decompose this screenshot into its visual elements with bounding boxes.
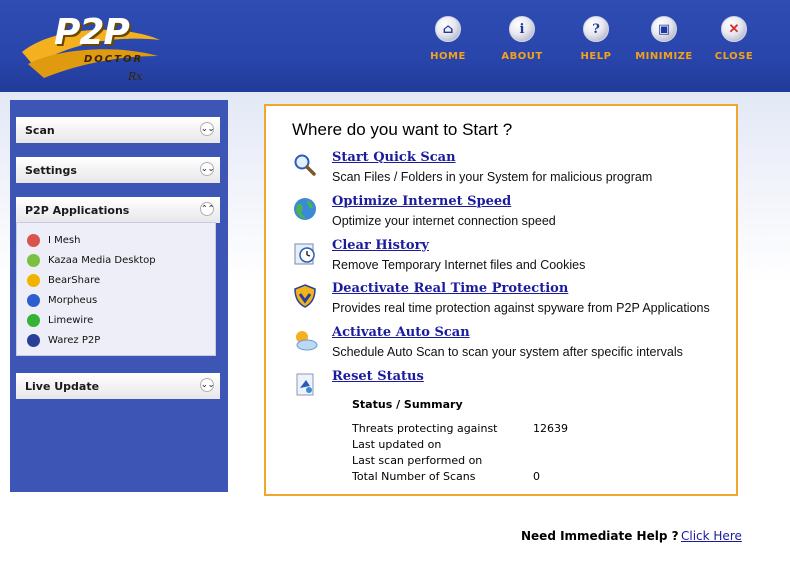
status-key: Last scan performed on — [352, 454, 483, 467]
p2p-app-label: Warez P2P — [48, 334, 101, 346]
close-icon: ✕ — [721, 16, 747, 42]
p2p-app-limewire[interactable]: Limewire — [17, 310, 215, 330]
action-description: Scan Files / Folders in your System for … — [332, 170, 653, 184]
action-deactivate-real-time-protection: Deactivate Real Time Protection Provides… — [290, 281, 730, 321]
status-key: Total Number of Scans — [352, 470, 476, 483]
p2p-doctor-logo: P2P DOCTOR Rx — [14, 6, 164, 86]
reset-icon — [296, 373, 314, 396]
nav-minimize-button[interactable]: ▣ MINIMIZE — [632, 16, 696, 66]
auto-scan-icon — [296, 331, 318, 351]
activate-auto-scan-link[interactable]: Activate Auto Scan — [332, 325, 470, 340]
info-icon: i — [509, 16, 535, 42]
nav-about-button[interactable]: i ABOUT — [498, 16, 546, 66]
action-activate-auto-scan: Activate Auto Scan Schedule Auto Scan to… — [290, 325, 730, 365]
action-description: Provides real time protection against sp… — [332, 301, 710, 315]
app-header: P2P DOCTOR Rx ⌂ HOME i ABOUT ? HELP ▣ MI… — [0, 0, 790, 92]
sidebar-section-label: Settings — [25, 163, 77, 177]
minimize-icon: ▣ — [651, 16, 677, 42]
action-start-quick-scan: Start Quick Scan Scan Files / Folders in… — [290, 150, 730, 190]
status-key: Threats protecting against — [352, 422, 498, 435]
warez-icon — [27, 333, 40, 347]
logo-rx: Rx — [128, 70, 143, 83]
p2p-app-morpheus[interactable]: Morpheus — [17, 290, 215, 310]
history-clock-icon — [294, 243, 315, 265]
kazaa-icon — [27, 253, 40, 267]
status-key: Last updated on — [352, 438, 442, 451]
sidebar-section-settings[interactable]: Settings ⌄⌄ — [16, 157, 220, 183]
clear-history-link[interactable]: Clear History — [332, 238, 429, 253]
magnifier-icon — [294, 154, 316, 176]
shield-icon — [294, 284, 316, 308]
nav-home-button[interactable]: ⌂ HOME — [426, 16, 470, 66]
p2p-app-label: I Mesh — [48, 234, 81, 246]
action-description: Schedule Auto Scan to scan your system a… — [332, 345, 683, 359]
limewire-icon — [27, 313, 40, 327]
home-icon: ⌂ — [435, 16, 461, 42]
sidebar-section-p2p-applications[interactable]: P2P Applications ⌃⌃ — [16, 197, 220, 223]
nav-about-label: ABOUT — [501, 51, 543, 62]
chevron-down-icon[interactable]: ⌄⌄ — [200, 122, 214, 136]
action-description: Remove Temporary Internet files and Cook… — [332, 258, 586, 272]
chevron-down-icon[interactable]: ⌄⌄ — [200, 378, 214, 392]
start-quick-scan-link[interactable]: Start Quick Scan — [332, 150, 456, 165]
sidebar-section-scan[interactable]: Scan ⌄⌄ — [16, 117, 220, 143]
p2p-app-warez[interactable]: Warez P2P — [17, 330, 215, 350]
p2p-app-label: Morpheus — [48, 294, 98, 306]
nav-help-button[interactable]: ? HELP — [576, 16, 616, 66]
nav-minimize-label: MINIMIZE — [635, 51, 693, 62]
panel-title: Where do you want to Start ? — [292, 120, 513, 139]
sidebar-section-label: Scan — [25, 123, 55, 137]
chevron-down-icon[interactable]: ⌄⌄ — [200, 162, 214, 176]
nav-home-label: HOME — [430, 51, 466, 62]
status-value: 12639 — [533, 422, 568, 435]
reset-status-link[interactable]: Reset Status — [332, 369, 424, 384]
p2p-app-kazaa[interactable]: Kazaa Media Desktop — [17, 250, 215, 270]
p2p-app-bearshare[interactable]: BearShare — [17, 270, 215, 290]
p2p-app-imesh[interactable]: I Mesh — [17, 230, 215, 250]
globe-icon — [294, 198, 316, 220]
nav-close-label: CLOSE — [714, 51, 754, 62]
status-value: 0 — [533, 470, 540, 483]
help-icon: ? — [583, 16, 609, 42]
deactivate-real-time-protection-link[interactable]: Deactivate Real Time Protection — [332, 281, 568, 296]
help-question: Need Immediate Help ? — [521, 529, 679, 543]
logo-text: P2P — [54, 12, 130, 53]
imesh-icon — [27, 233, 40, 247]
morpheus-icon — [27, 293, 40, 307]
p2p-app-label: BearShare — [48, 274, 101, 286]
action-clear-history: Clear History Remove Temporary Internet … — [290, 238, 730, 278]
status-summary-heading: Status / Summary — [352, 398, 463, 411]
sidebar-section-label: Live Update — [25, 379, 100, 393]
action-optimize-internet-speed: Optimize Internet Speed Optimize your in… — [290, 194, 730, 234]
bearshare-icon — [27, 273, 40, 287]
click-here-link[interactable]: Click Here — [681, 529, 742, 543]
optimize-internet-speed-link[interactable]: Optimize Internet Speed — [332, 194, 511, 209]
p2p-app-label: Limewire — [48, 314, 94, 326]
action-description: Optimize your internet connection speed — [332, 214, 556, 228]
chevron-up-icon[interactable]: ⌃⌃ — [200, 202, 214, 216]
nav-help-label: HELP — [580, 51, 612, 62]
p2p-app-label: Kazaa Media Desktop — [48, 254, 156, 266]
sidebar-section-label: P2P Applications — [25, 203, 130, 217]
p2p-applications-list: I Mesh Kazaa Media Desktop BearShare Mor… — [16, 222, 216, 356]
start-panel: Where do you want to Start ? Start Quick… — [264, 104, 738, 496]
logo-subtext: DOCTOR — [84, 54, 144, 65]
sidebar-section-live-update[interactable]: Live Update ⌄⌄ — [16, 373, 220, 399]
nav-close-button[interactable]: ✕ CLOSE — [712, 16, 756, 66]
